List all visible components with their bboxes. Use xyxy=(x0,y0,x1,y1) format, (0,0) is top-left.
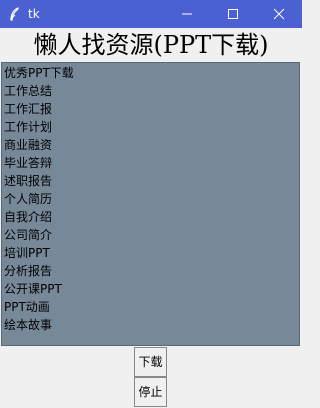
window-titlebar[interactable]: tk xyxy=(0,0,302,28)
window-title: tk xyxy=(28,7,40,21)
list-item[interactable]: 工作计划 xyxy=(2,118,299,136)
stop-button[interactable]: 停止 xyxy=(134,377,167,407)
list-item[interactable]: 公司简介 xyxy=(2,226,299,244)
list-item[interactable]: 毕业答辩 xyxy=(2,154,299,172)
list-item[interactable]: 商业融资 xyxy=(2,136,299,154)
list-item[interactable]: 分析报告 xyxy=(2,262,299,280)
close-button[interactable] xyxy=(256,0,302,28)
category-listbox[interactable]: 优秀PPT下载 工作总结 工作汇报 工作计划 商业融资 毕业答辩 述职报告 个人… xyxy=(1,62,300,346)
list-item[interactable]: 绘本故事 xyxy=(2,316,299,334)
list-item[interactable]: 工作总结 xyxy=(2,82,299,100)
list-item[interactable]: 公开课PPT xyxy=(2,280,299,298)
feather-icon xyxy=(8,7,22,21)
list-item[interactable]: 优秀PPT下载 xyxy=(2,64,299,82)
list-item[interactable]: 个人简历 xyxy=(2,190,299,208)
close-icon xyxy=(273,5,285,24)
minimize-icon xyxy=(181,5,193,24)
minimize-button[interactable] xyxy=(164,0,210,28)
list-item[interactable]: PPT动画 xyxy=(2,298,299,316)
list-item[interactable]: 自我介绍 xyxy=(2,208,299,226)
download-button[interactable]: 下载 xyxy=(134,347,167,377)
page-title: 懒人找资源(PPT下载) xyxy=(33,31,269,59)
maximize-icon xyxy=(227,5,239,24)
list-item[interactable]: 工作汇报 xyxy=(2,100,299,118)
maximize-button[interactable] xyxy=(210,0,256,28)
list-item[interactable]: 述职报告 xyxy=(2,172,299,190)
list-item[interactable]: 培训PPT xyxy=(2,244,299,262)
